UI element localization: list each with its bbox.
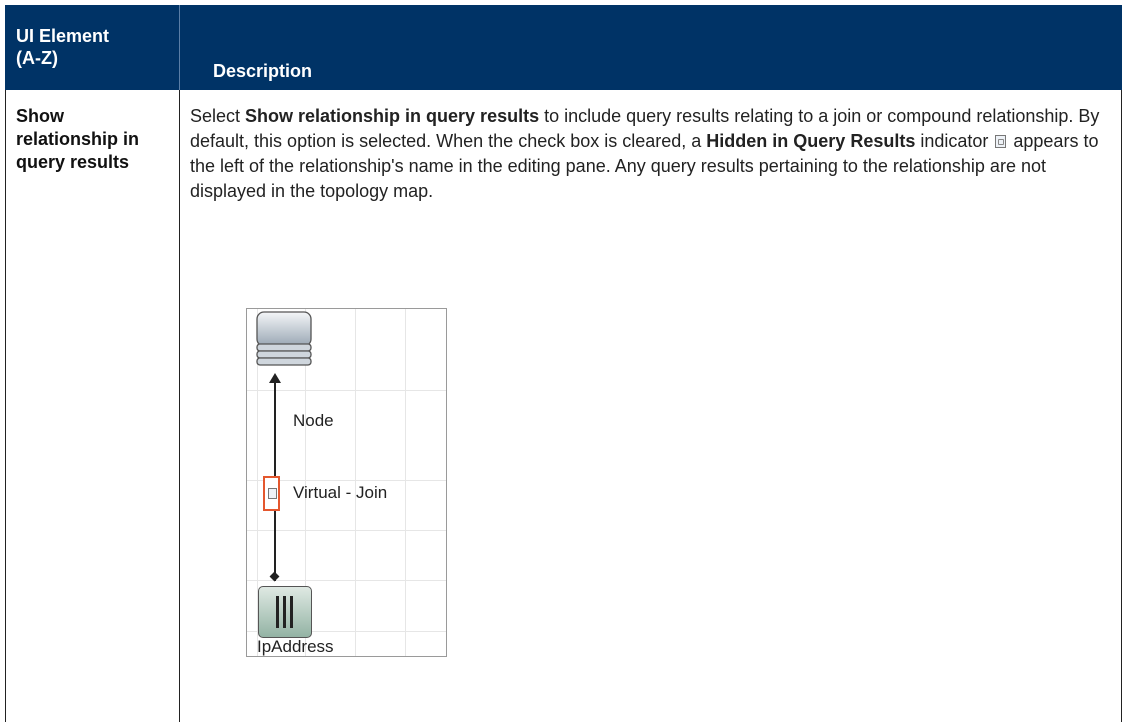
desc-bold-indicator: Hidden in Query Results [706,131,916,151]
row-description: Select Show relationship in query result… [190,104,1102,204]
header-ui-element: UI Element (A-Z) [16,26,110,68]
topology-figure: Node Virtual - Join IpAddress [246,308,447,657]
desc-bold-option: Show relationship in query results [245,106,540,126]
column-divider [179,90,180,722]
ui-element-table: UI Element (A-Z) Description Show relati… [5,5,1122,722]
grid-line [247,390,446,391]
table-right-border [1121,90,1122,722]
header-description: Description [213,61,313,81]
desc-text-1: Select [190,106,246,126]
table-left-border [5,90,6,722]
ip-icon-bar [290,596,293,628]
edge-label: Virtual - Join [293,483,388,502]
desc-text-3: indicator [915,131,994,151]
ip-address-label: IpAddress [257,637,334,656]
ip-address-icon [258,586,312,638]
hidden-in-query-results-icon [995,135,1007,148]
hidden-in-query-results-icon [268,488,277,499]
ip-icon-bar [276,596,279,628]
table-header: UI Element (A-Z) Description [5,5,1122,90]
node-label: Node [293,411,334,430]
grid-line [247,530,446,531]
hidden-indicator-highlight [263,476,280,511]
ip-icon-bar [283,596,286,628]
grid-line [247,580,446,581]
database-node-icon [256,311,312,366]
header-divider [179,5,180,90]
row-term: Show relationship in query results [16,106,140,172]
grid-line [405,309,406,656]
